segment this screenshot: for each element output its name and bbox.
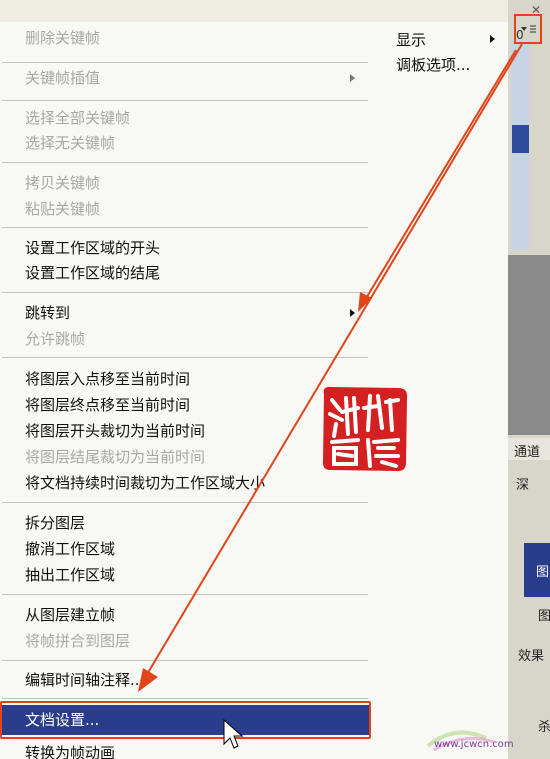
menu-item-set-work-area-start[interactable]: 设置工作区域的开头: [25, 236, 160, 260]
menu-item-keyframe-interpolation[interactable]: 关键帧插值: [25, 66, 100, 90]
menu-separator: [2, 660, 368, 661]
menu-item-show[interactable]: 显示: [396, 28, 426, 52]
menu-item-trim-document-duration[interactable]: 将文档持续时间裁切为工作区域大小: [25, 471, 265, 495]
submenu-arrow-icon: [490, 35, 495, 43]
submenu-arrow-icon: [350, 74, 355, 82]
channels-tab-label: 通道: [514, 445, 541, 460]
watermark-url: www.jcwcn.com: [434, 739, 514, 750]
selected-swatch: [512, 125, 529, 153]
seal-stamp-graphic: [322, 386, 408, 472]
menu-separator: [2, 292, 368, 293]
menu-item-trim-layer-start[interactable]: 将图层开头裁切为当前时间: [25, 419, 205, 443]
menu-separator: [2, 594, 368, 595]
menu-separator: [2, 62, 368, 63]
canvas-preview: [508, 255, 550, 435]
menu-item-trim-layer-end[interactable]: 将图层结尾裁切为当前时间: [25, 445, 205, 469]
menu-item-go-to[interactable]: 跳转到: [25, 301, 70, 325]
menu-separator: [2, 698, 368, 699]
submenu-arrow-icon: [350, 309, 355, 317]
menu-separator: [2, 357, 368, 358]
layer-name-2[interactable]: 图: [538, 605, 550, 624]
channels-tab[interactable]: 通道: [508, 438, 550, 460]
menu-item-make-frames-from-layers[interactable]: 从图层建立帧: [25, 603, 115, 627]
menu-item-allow-frame-skip[interactable]: 允许跳帧: [25, 327, 85, 351]
menu-item-edit-timeline-comment[interactable]: 编辑时间轴注释...: [25, 668, 144, 692]
menu-item-palette-options[interactable]: 调板选项...: [396, 53, 470, 77]
menu-separator: [2, 162, 368, 163]
titlebar-strip: [0, 0, 512, 22]
menu-item-move-layer-in-point[interactable]: 将图层入点移至当前时间: [25, 367, 190, 391]
seal-stamp: [320, 384, 410, 474]
blend-mode-label: 深: [516, 478, 530, 493]
menu-item-move-layer-end-point[interactable]: 将图层终点移至当前时间: [25, 393, 190, 417]
menu-item-paste-keyframes[interactable]: 粘贴关键帧: [25, 197, 100, 221]
layer-row-selected[interactable]: 图: [524, 543, 550, 597]
menu-item-set-work-area-end[interactable]: 设置工作区域的结尾: [25, 261, 160, 285]
menu-item-copy-keyframes[interactable]: 拷贝关键帧: [25, 171, 100, 195]
layer-name-1: 图: [536, 565, 550, 580]
menu-item-flatten-frames-into-layers[interactable]: 将帧拼合到图层: [25, 629, 130, 653]
layers-panel: 通道 深 图 图 效果 杀 0: [508, 0, 550, 759]
menu-item-delete-keyframe[interactable]: 删除关键帧: [25, 26, 100, 50]
annotation-corner-box: [514, 14, 542, 44]
menu-item-lift-work-area[interactable]: 撤消工作区域: [25, 537, 115, 561]
menu-separator: [2, 227, 368, 228]
menu-item-split-layer[interactable]: 拆分图层: [25, 511, 85, 535]
menu-item-extract-work-area[interactable]: 抽出工作区域: [25, 563, 115, 587]
menu-item-select-all-keyframes[interactable]: 选择全部关键帧: [25, 106, 130, 130]
watermark: www.jcwcn.com: [424, 722, 550, 759]
annotation-highlight-box: [0, 701, 371, 739]
menu-item-convert-to-frame-animation[interactable]: 转换为帧动画: [25, 741, 115, 759]
menu-separator: [2, 100, 368, 101]
effects-label: 效果: [518, 649, 545, 664]
menu-separator: [2, 502, 368, 503]
menu-item-select-no-keyframes[interactable]: 选择无关键帧: [25, 131, 115, 155]
